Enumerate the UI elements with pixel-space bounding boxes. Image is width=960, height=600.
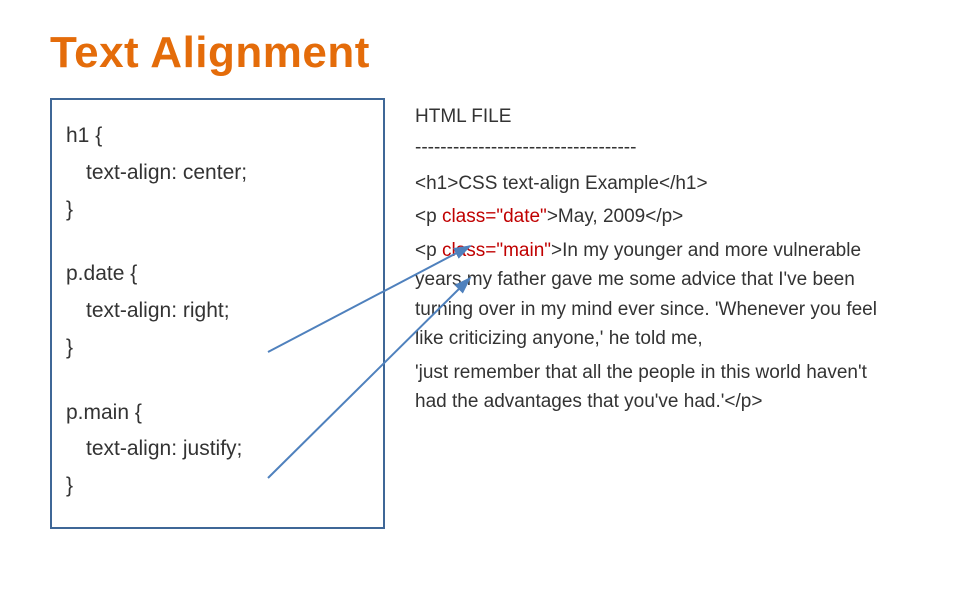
css-close-brace: } bbox=[66, 330, 369, 367]
css-rule-date: p.date { text-align: right; } bbox=[66, 256, 369, 366]
css-selector: p.main { bbox=[66, 395, 369, 432]
tag-open: <p bbox=[415, 240, 442, 261]
css-selector: p.date { bbox=[66, 256, 369, 293]
slide: Text Alignment h1 { text-align: center; … bbox=[0, 0, 960, 600]
html-code-column: HTML FILE ------------------------------… bbox=[415, 98, 895, 420]
tag-text: May, 2009 bbox=[558, 206, 645, 227]
css-code-box: h1 { text-align: center; } p.date { text… bbox=[50, 98, 385, 529]
html-line-h1: <h1>CSS text-align Example</h1> bbox=[415, 169, 895, 198]
css-declaration: text-align: right; bbox=[66, 293, 369, 330]
class-attr: class="main" bbox=[442, 240, 551, 261]
html-file-label: HTML FILE bbox=[415, 102, 895, 131]
tag-open: <p bbox=[415, 206, 442, 227]
tag-open: <h1> bbox=[415, 173, 458, 194]
css-close-brace: } bbox=[66, 192, 369, 229]
css-declaration: text-align: justify; bbox=[66, 431, 369, 468]
css-selector: h1 { bbox=[66, 118, 369, 155]
css-rule-main: p.main { text-align: justify; } bbox=[66, 395, 369, 505]
html-line-main: <p class="main">In my younger and more v… bbox=[415, 236, 895, 354]
tag-text: 'just remember that all the people in th… bbox=[415, 362, 867, 412]
separator: ----------------------------------- bbox=[415, 133, 895, 162]
css-rule-h1: h1 { text-align: center; } bbox=[66, 118, 369, 228]
css-declaration: text-align: center; bbox=[66, 155, 369, 192]
tag-close: </p> bbox=[724, 391, 762, 412]
css-close-brace: } bbox=[66, 468, 369, 505]
html-line-date: <p class="date">May, 2009</p> bbox=[415, 202, 895, 231]
tag-text: CSS text-align Example bbox=[458, 173, 659, 194]
class-attr: class="date" bbox=[442, 206, 547, 227]
tag-mid: > bbox=[551, 240, 562, 261]
html-line-main-cont: 'just remember that all the people in th… bbox=[415, 358, 895, 417]
page-title: Text Alignment bbox=[50, 28, 910, 78]
tag-close: </h1> bbox=[659, 173, 708, 194]
tag-close: </p> bbox=[645, 206, 683, 227]
tag-mid: > bbox=[547, 206, 558, 227]
slide-content: h1 { text-align: center; } p.date { text… bbox=[50, 98, 910, 529]
